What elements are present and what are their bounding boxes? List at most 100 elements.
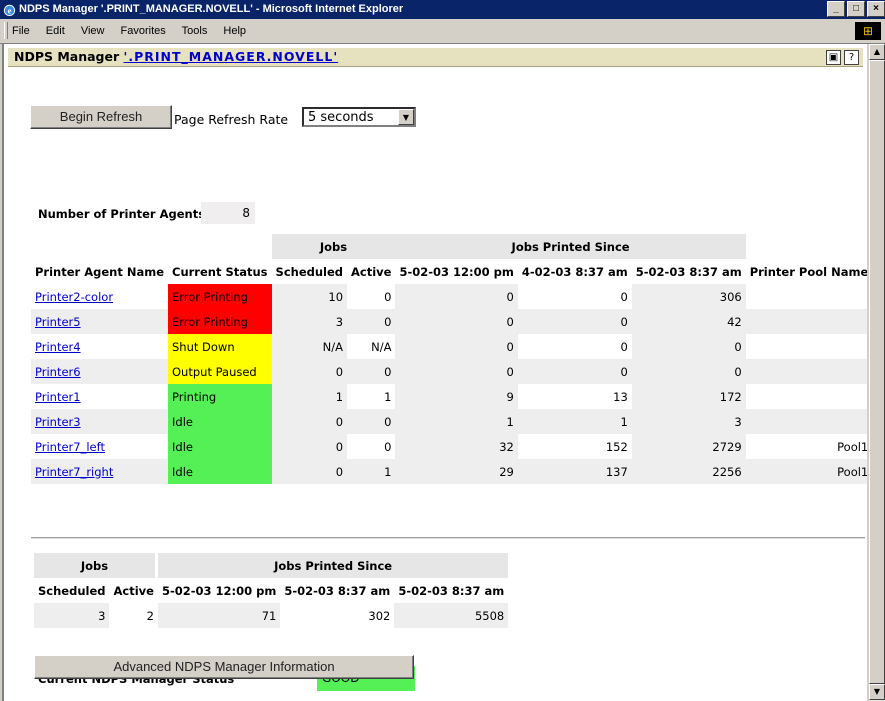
printer-agent-link[interactable]: Printer2-color: [35, 290, 113, 304]
active-cell: 0: [347, 284, 396, 309]
printed-2-cell: 0: [517, 334, 632, 359]
totals-col-printed-3: 5-02-03 8:37 am: [398, 583, 505, 598]
scroll-down-button[interactable]: ▼: [869, 684, 885, 700]
pool-name-cell: Pool1: [745, 459, 867, 484]
printed-3-cell: 2256: [631, 459, 746, 484]
page-content: NDPS Manager '.PRINT_MANAGER.NOVELL' ▣? …: [4, 44, 867, 701]
totals-col-scheduled: Scheduled: [38, 583, 106, 598]
refresh-rate-label: Page Refresh Rate: [174, 112, 289, 127]
toolbar-grip[interactable]: [4, 22, 8, 39]
active-cell: 0: [347, 309, 396, 334]
vertical-scrollbar[interactable]: ▲ ▼: [869, 44, 885, 701]
col-header-pool: Printer Pool Name: [749, 264, 867, 279]
printed-1-cell: 0: [395, 309, 518, 334]
chevron-down-icon[interactable]: ▼: [398, 109, 414, 125]
scrollbar-thumb[interactable]: [869, 60, 885, 684]
minimize-button[interactable]: _: [827, 1, 845, 17]
totals-col-active: Active: [113, 583, 154, 598]
totals-printed-1: 71: [157, 603, 281, 628]
totals-table: Jobs Jobs Printed Since Scheduled Active…: [34, 553, 509, 628]
printed-1-cell: 0: [395, 359, 518, 384]
active-cell: 0: [347, 359, 396, 384]
printed-3-cell: 2729: [631, 434, 746, 459]
col-header-status: Current Status: [172, 264, 268, 279]
printed-3-cell: 0: [631, 334, 746, 359]
menu-tools[interactable]: Tools: [182, 25, 208, 37]
printer-agent-link[interactable]: Printer7_left: [35, 440, 105, 454]
internet-explorer-icon: e: [3, 4, 16, 17]
table-row: Printer4 Shut Down N/A N/A 0 0 0: [31, 334, 867, 359]
col-header-printed-3: 5-02-03 8:37 am: [635, 264, 742, 279]
menu-help[interactable]: Help: [223, 25, 246, 37]
active-cell: 1: [347, 384, 396, 409]
active-cell: 1: [347, 459, 396, 484]
table-row: Printer3 Idle 0 0 1 1 3: [31, 409, 867, 434]
printer-agents-count-label: Number of Printer Agents: [38, 207, 206, 221]
printer-agent-link[interactable]: Printer7_right: [35, 465, 113, 479]
table-row: Printer7_left Idle 0 0 32 152 2729 Pool1: [31, 434, 867, 459]
scheduled-cell: 0: [271, 459, 348, 484]
printed-2-cell: 152: [517, 434, 632, 459]
printer-agent-link[interactable]: Printer5: [35, 315, 81, 329]
divider: [31, 537, 865, 539]
table-row: Printer7_right Idle 0 1 29 137 2256 Pool1: [31, 459, 867, 484]
printed-1-cell: 29: [395, 459, 518, 484]
printer-agent-link[interactable]: Printer1: [35, 390, 81, 404]
printed-3-cell: 306: [631, 284, 746, 309]
refresh-rate-select[interactable]: 5 seconds ▼: [302, 107, 416, 127]
menu-bar: File Edit View Favorites Tools Help ⊞: [0, 19, 885, 44]
jobs-group-header: Jobs: [271, 234, 396, 259]
status-cell: Idle: [168, 459, 272, 484]
menu-view[interactable]: View: [81, 25, 105, 37]
table-row: Printer5 Error Printing 3 0 0 0 42: [31, 309, 867, 334]
scheduled-cell: 0: [271, 359, 348, 384]
totals-printed-3: 5508: [394, 603, 509, 628]
printer-agent-link[interactable]: Printer4: [35, 340, 81, 354]
window-title-bar: e NDPS Manager '.PRINT_MANAGER.NOVELL' -…: [0, 0, 885, 19]
printed-2-cell: 0: [517, 309, 632, 334]
col-header-printed-2: 4-02-03 8:37 am: [521, 264, 628, 279]
scheduled-cell: 0: [271, 409, 348, 434]
col-header-printed-1: 5-02-03 12:00 pm: [399, 264, 514, 279]
menu-file[interactable]: File: [12, 25, 30, 37]
help-icon[interactable]: ?: [844, 50, 859, 65]
scheduled-cell: 10: [271, 284, 348, 309]
scheduled-cell: N/A: [271, 334, 348, 359]
maximize-button[interactable]: □: [847, 1, 865, 17]
totals-scheduled: 3: [34, 603, 110, 628]
pool-name-cell: [745, 359, 867, 384]
printed-3-cell: 0: [631, 359, 746, 384]
scroll-up-button[interactable]: ▲: [869, 44, 885, 60]
totals-row: 3 2 71 302 5508: [34, 603, 509, 628]
pool-name-cell: [745, 284, 867, 309]
active-cell: N/A: [347, 334, 396, 359]
printed-1-cell: 0: [395, 284, 518, 309]
menu-edit[interactable]: Edit: [46, 25, 65, 37]
manager-icon[interactable]: ▣: [826, 50, 841, 65]
table-row: Printer2-color Error Printing 10 0 0 0 306: [31, 284, 867, 309]
printed-2-cell: 1: [517, 409, 632, 434]
status-cell: Idle: [168, 434, 272, 459]
status-cell: Error Printing: [168, 284, 272, 309]
begin-refresh-button[interactable]: Begin Refresh: [30, 105, 172, 129]
close-button[interactable]: ×: [867, 1, 885, 17]
advanced-info-button[interactable]: Advanced NDPS Manager Information: [34, 655, 414, 679]
active-cell: 0: [347, 434, 396, 459]
printer-agent-link[interactable]: Printer6: [35, 365, 81, 379]
col-header-scheduled: Scheduled: [275, 264, 344, 279]
pool-name-cell: [745, 334, 867, 359]
printer-agents-count-value: 8: [201, 202, 255, 224]
printed-1-cell: 0: [395, 334, 518, 359]
printed-1-cell: 9: [395, 384, 518, 409]
scheduled-cell: 1: [271, 384, 348, 409]
active-cell: 0: [347, 409, 396, 434]
printed-2-cell: 0: [517, 284, 632, 309]
printed-1-cell: 32: [395, 434, 518, 459]
manager-name-link[interactable]: '.PRINT_MANAGER.NOVELL': [124, 49, 339, 64]
menu-favorites[interactable]: Favorites: [121, 25, 166, 37]
printer-agent-link[interactable]: Printer3: [35, 415, 81, 429]
status-cell: Idle: [168, 409, 272, 434]
page-header: NDPS Manager '.PRINT_MANAGER.NOVELL' ▣?: [8, 48, 863, 67]
status-cell: Output Paused: [168, 359, 272, 384]
totals-col-printed-2: 5-02-03 8:37 am: [284, 583, 391, 598]
